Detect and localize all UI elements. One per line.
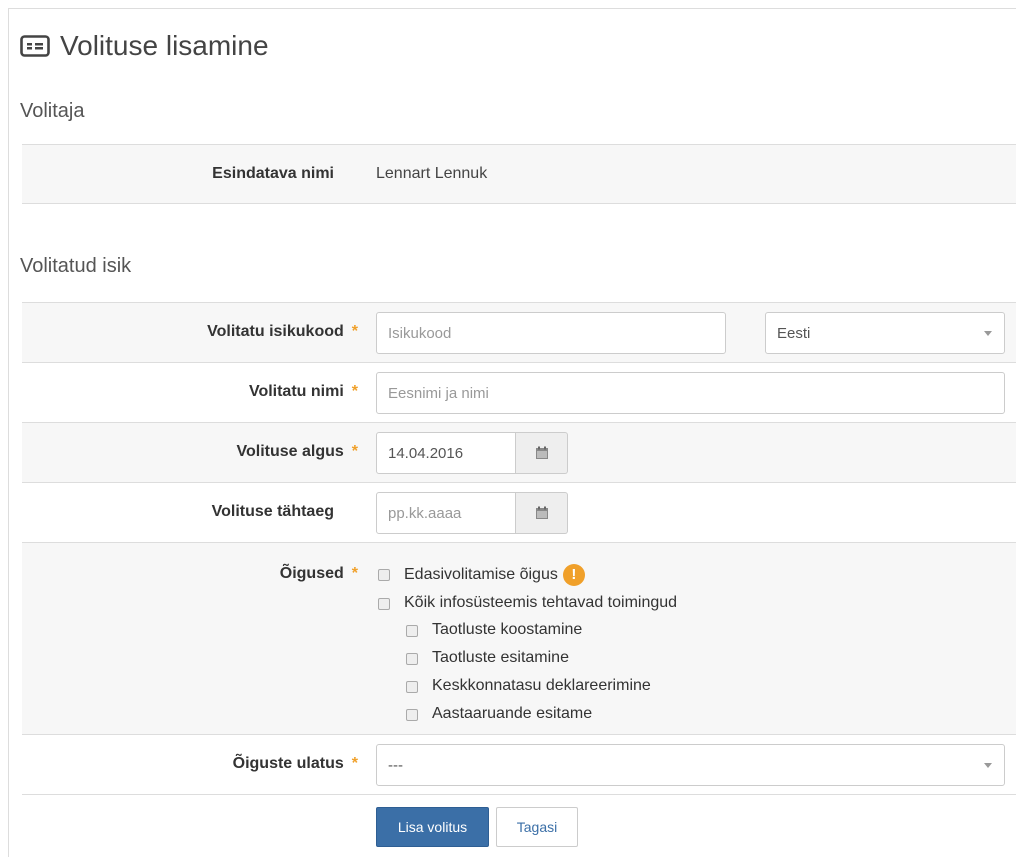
- calendar-button[interactable]: [516, 432, 568, 474]
- tahtaeg-row: Volituse tähtaeg pp.kk.aaaa: [22, 482, 1016, 542]
- checkbox-label-aastaaruanne: Aastaaruande esitame: [432, 705, 593, 722]
- algus-label: Volituse algus *: [236, 443, 358, 460]
- calendar-button[interactable]: [516, 492, 568, 534]
- id-card-icon: [20, 35, 50, 57]
- esindatava-label: Esindatava nimi: [212, 165, 334, 182]
- oigused-row: Õigused * Edasivolitamise õigus! Kõik inf…: [22, 542, 1016, 734]
- volitatud-heading: Volitatud isik: [20, 255, 132, 277]
- checkbox-edasivolitamise[interactable]: [378, 569, 390, 581]
- esindatava-value: Lennart Lennuk: [376, 165, 488, 182]
- algus-row: Volituse algus * 14.04.2016: [22, 422, 1016, 482]
- checkbox-label-taotluste-koostamine: Taotluste koostamine: [432, 621, 583, 638]
- page-title: Volituse lisamine: [20, 26, 269, 66]
- nimi-row: Volitatu nimi * Eesnimi ja nimi: [22, 362, 1016, 422]
- algus-date-input[interactable]: 14.04.2016: [376, 432, 516, 474]
- calendar-icon: [535, 506, 548, 519]
- buttons-row: Lisa volitus Tagasi: [22, 794, 1016, 856]
- esindatava-row: Esindatava nimi Lennart Lennuk: [22, 144, 1016, 204]
- ulatus-row: Õiguste ulatus * ---: [22, 734, 1016, 794]
- isikukood-row: Volitatu isikukood * Isikukood Eesti: [22, 302, 1016, 362]
- tahtaeg-date-input[interactable]: pp.kk.aaaa: [376, 492, 516, 534]
- warning-icon: !: [562, 564, 585, 586]
- isikukood-label: Volitatu isikukood *: [207, 323, 358, 340]
- checkbox-aastaaruanne[interactable]: [406, 709, 418, 721]
- nimi-label: Volitatu nimi *: [248, 383, 358, 400]
- checkbox-label-edasivolitamise: Edasivolitamise õigus!: [404, 564, 585, 586]
- checkbox-label-taotluste-esitamine: Taotluste esitamine: [432, 649, 569, 666]
- checkbox-taotluste-koostamine[interactable]: [406, 625, 418, 637]
- country-select[interactable]: Eesti: [765, 312, 1005, 354]
- tahtaeg-label: Volituse tähtaeg: [211, 503, 334, 520]
- required-mark: *: [351, 323, 358, 340]
- checkbox-taotluste-esitamine[interactable]: [406, 653, 418, 665]
- nimi-input[interactable]: Eesnimi ja nimi: [376, 372, 1005, 414]
- checkbox-label-koik-toimingud: Kõik infosüsteemis tehtavad toimingud: [404, 594, 678, 611]
- ulatus-label: Õiguste ulatus *: [232, 755, 358, 772]
- checkbox-koik-toimingud[interactable]: [378, 598, 390, 610]
- oigused-label: Õigused *: [279, 565, 358, 582]
- lisa-volitus-button[interactable]: Lisa volitus: [376, 807, 489, 847]
- checkbox-label-keskkonnatasu: Keskkonnatasu deklareerimine: [432, 677, 651, 694]
- checkbox-keskkonnatasu[interactable]: [406, 681, 418, 693]
- page-title-text: Volituse lisamine: [60, 30, 269, 61]
- tagasi-button[interactable]: Tagasi: [496, 807, 578, 847]
- isikukood-input[interactable]: Isikukood: [376, 312, 726, 354]
- calendar-icon: [535, 446, 548, 459]
- ulatus-select[interactable]: ---: [376, 744, 1005, 786]
- volitaja-heading: Volitaja: [20, 100, 85, 122]
- chevron-down-icon: [984, 331, 992, 336]
- chevron-down-icon: [984, 763, 992, 768]
